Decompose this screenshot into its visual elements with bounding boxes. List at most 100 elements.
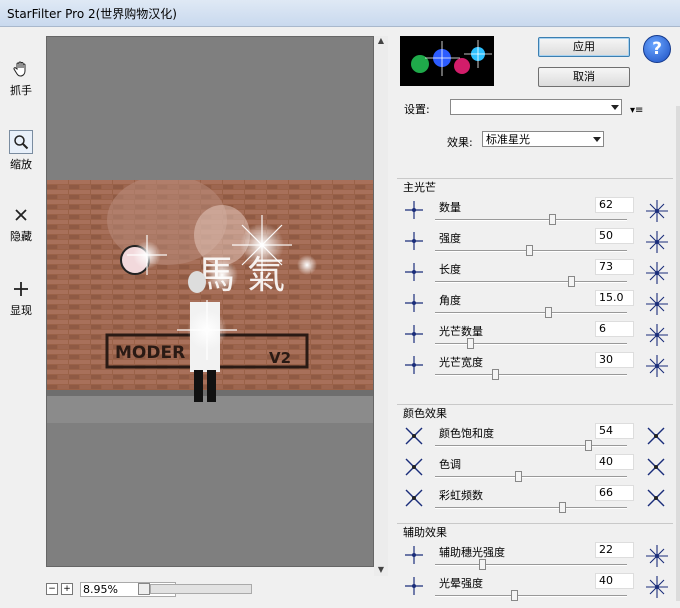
param-label: 光晕强度 (439, 577, 483, 590)
star-result-icon (645, 425, 669, 449)
preview-photo: MODER V2 馬 氣 (47, 180, 373, 423)
tool-panel: 抓手 缩放 隐藏 显现 (0, 26, 40, 601)
param-slider-track[interactable] (435, 374, 627, 376)
param-value-field[interactable]: 66 (595, 485, 634, 501)
param-value-field[interactable]: 15.0 (595, 290, 634, 306)
param-slider-thumb[interactable] (549, 214, 556, 225)
param-slider-thumb[interactable] (526, 245, 534, 256)
hide-tool-label: 隐藏 (10, 230, 32, 243)
zoom-in-button[interactable]: + (61, 583, 73, 595)
settings-menu-icon[interactable]: ▾≡ (630, 105, 643, 116)
help-button[interactable]: ? (643, 35, 671, 63)
plus-icon (10, 278, 32, 300)
param-value-field[interactable]: 62 (595, 197, 634, 213)
param-value-field[interactable]: 30 (595, 352, 634, 368)
effect-select[interactable]: 标准星光 (482, 131, 604, 147)
group-1: 颜色效果颜色饱和度 54 色调 40 彩虹频数 66 (397, 404, 673, 520)
param-row: 彩虹频数 66 (397, 485, 673, 517)
star-preview-icon (403, 323, 425, 345)
effect-label: 效果: (447, 136, 473, 149)
help-icon: ? (652, 39, 662, 59)
star-result-icon (645, 487, 669, 511)
hand-icon (10, 58, 32, 80)
chevron-down-icon (593, 137, 601, 142)
param-value-field[interactable]: 40 (595, 573, 634, 589)
param-slider-thumb[interactable] (545, 307, 553, 318)
photo-illustration: MODER V2 馬 氣 (47, 180, 373, 423)
show-tool[interactable]: 显现 (6, 278, 36, 318)
x-icon (10, 204, 32, 226)
star-preview-icon (403, 199, 425, 221)
param-value-field[interactable]: 22 (595, 542, 634, 558)
star-result-icon (645, 323, 669, 347)
title-bar: StarFilter Pro 2(世界购物汉化) (0, 0, 680, 27)
param-slider-track[interactable] (435, 219, 627, 221)
param-value-field[interactable]: 50 (595, 228, 634, 244)
param-row: 强度 50 (397, 228, 673, 260)
param-slider-thumb[interactable] (514, 471, 522, 482)
param-value-field[interactable]: 73 (595, 259, 634, 275)
group-0: 主光芒 数量 62 强度 50 长度 73 角度 15.0 光芒数量 6 光芒宽度 30 (397, 178, 673, 387)
zoom-tool-label: 缩放 (10, 158, 32, 171)
apply-button[interactable]: 应用 (538, 37, 630, 57)
star-result-icon (645, 199, 669, 223)
group-title: 主光芒 (403, 181, 436, 194)
cancel-button[interactable]: 取消 (538, 67, 630, 87)
param-value-field[interactable]: 40 (595, 454, 634, 470)
panel-scrollbar[interactable] (676, 106, 680, 601)
show-tool-label: 显现 (10, 304, 32, 317)
param-slider-track[interactable] (435, 343, 627, 345)
param-slider-track[interactable] (435, 281, 627, 283)
param-slider-thumb[interactable] (558, 502, 566, 513)
group-2: 辅助效果 辅助穗光强度 22 光晕强度 40 (397, 523, 673, 608)
param-label: 光芒数量 (439, 325, 483, 338)
param-slider-track[interactable] (435, 564, 627, 566)
param-slider-track[interactable] (435, 445, 627, 447)
star-result-icon (645, 292, 669, 316)
hand-tool-label: 抓手 (10, 84, 32, 97)
star-result-icon (645, 544, 669, 568)
star-preview-icon (403, 354, 425, 376)
scroll-up-icon[interactable]: ▲ (374, 36, 388, 45)
zoom-tool[interactable]: 缩放 (6, 130, 36, 172)
param-slider-track[interactable] (435, 312, 627, 314)
param-row: 长度 73 (397, 259, 673, 291)
settings-select[interactable] (450, 99, 622, 115)
hide-tool[interactable]: 隐藏 (6, 204, 36, 244)
param-slider-track[interactable] (435, 595, 627, 597)
zoom-dropdown-button[interactable] (138, 583, 150, 595)
star-preview-icon (403, 487, 425, 509)
param-slider-track[interactable] (435, 507, 627, 509)
param-slider-thumb[interactable] (492, 369, 499, 380)
preview-vertical-scrollbar[interactable]: ▲ ▼ (374, 36, 388, 576)
group-title: 颜色效果 (403, 407, 447, 420)
star-result-icon (645, 456, 669, 480)
star-result-icon (645, 575, 669, 599)
param-row: 辅助穗光强度 22 (397, 542, 673, 574)
param-row: 颜色饱和度 54 (397, 423, 673, 455)
param-row: 光芒数量 6 (397, 321, 673, 353)
param-slider-thumb[interactable] (568, 276, 575, 287)
star-preview-icon (403, 456, 425, 478)
param-slider-thumb[interactable] (585, 440, 593, 451)
hand-tool[interactable]: 抓手 (6, 58, 36, 98)
preview-canvas[interactable]: MODER V2 馬 氣 (46, 36, 374, 567)
star-result-icon (645, 230, 669, 254)
preview-horizontal-scrollbar[interactable] (150, 584, 252, 594)
zoom-out-button[interactable]: − (46, 583, 58, 595)
star-preview-icon (403, 261, 425, 283)
param-slider-thumb[interactable] (478, 559, 486, 570)
star-preview-icon (403, 292, 425, 314)
scroll-down-icon[interactable]: ▼ (374, 565, 388, 574)
param-slider-thumb[interactable] (511, 590, 518, 601)
photo-text: MODER (115, 343, 185, 363)
param-row: 色调 40 (397, 454, 673, 486)
param-value-field[interactable]: 54 (595, 423, 634, 439)
param-value-field[interactable]: 6 (595, 321, 634, 337)
chevron-down-icon (611, 105, 619, 110)
zoom-bar: − + 8.95% (46, 580, 386, 598)
star-preview-icon (403, 544, 425, 566)
param-label: 强度 (439, 232, 461, 245)
param-slider-thumb[interactable] (467, 338, 475, 349)
param-slider-track[interactable] (435, 476, 627, 478)
